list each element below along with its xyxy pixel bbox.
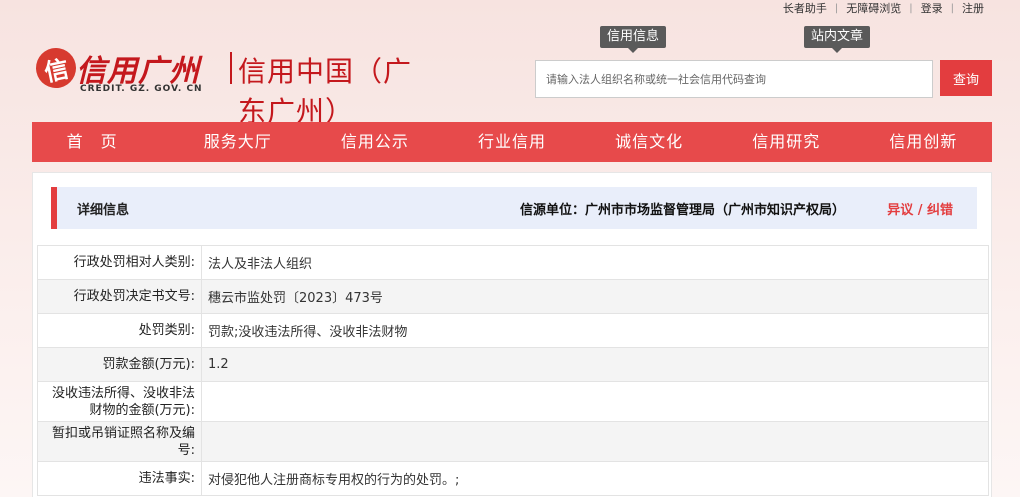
main-nav: 首页 服务大厅 信用公示 行业信用 诚信文化 信用研究 信用创新 [32, 122, 992, 162]
row-label: 暂扣或吊销证照名称及编号: [37, 421, 202, 462]
row-value: 法人及非法人组织 [201, 245, 989, 280]
table-row: 行政处罚相对人类别: 法人及非法人组织 [37, 245, 989, 280]
table-row: 行政处罚决定书文号: 穗云市监处罚〔2023〕473号 [37, 279, 989, 314]
nav-home[interactable]: 首页 [32, 122, 169, 162]
detail-panel: 详细信息 信源单位：广州市市场监督管理局（广州市知识产权局） 异议 / 纠错 行… [32, 172, 992, 497]
row-label: 违法事实: [37, 461, 202, 496]
accessibility-link[interactable]: 无障碍浏览 [838, 0, 909, 16]
register-link[interactable]: 注册 [954, 0, 992, 16]
row-value [201, 421, 989, 462]
logo-subtitle: 信用中国（广东广州） [238, 55, 413, 128]
nav-credit-publicity[interactable]: 信用公示 [306, 122, 443, 162]
row-label: 没收违法所得、没收非法财物的金额(万元): [37, 381, 202, 422]
row-value [201, 381, 989, 422]
detail-title: 详细信息 [77, 202, 130, 218]
nav-integrity-culture[interactable]: 诚信文化 [581, 122, 718, 162]
table-row: 暂扣或吊销证照名称及编号: [37, 421, 989, 462]
row-value: 罚款;没收违法所得、没收非法财物 [201, 313, 989, 348]
search-input[interactable] [535, 60, 933, 98]
search-button[interactable]: 查询 [940, 60, 992, 96]
row-label: 行政处罚决定书文号: [37, 279, 202, 314]
nav-service-hall[interactable]: 服务大厅 [169, 122, 306, 162]
logo-mark-icon: 信 [32, 44, 80, 92]
nav-industry-credit[interactable]: 行业信用 [443, 122, 580, 162]
table-row: 处罚类别: 罚款;没收违法所得、没收非法财物 [37, 313, 989, 348]
nav-credit-research[interactable]: 信用研究 [718, 122, 855, 162]
row-value: 对侵犯他人注册商标专用权的行为的处罚。; [201, 461, 989, 496]
detail-table: 行政处罚相对人类别: 法人及非法人组织 行政处罚决定书文号: 穗云市监处罚〔20… [37, 245, 989, 496]
top-utility-links: 长者助手 | 无障碍浏览 | 登录 | 注册 [775, 0, 992, 16]
row-label: 行政处罚相对人类别: [37, 245, 202, 280]
table-row: 违法事实: 对侵犯他人注册商标专用权的行为的处罚。; [37, 461, 989, 496]
table-row: 没收违法所得、没收非法财物的金额(万元): [37, 381, 989, 422]
logo-divider [230, 52, 232, 84]
login-link[interactable]: 登录 [913, 0, 951, 16]
site-logo[interactable]: 信 信用广州 CREDIT. GZ. GOV. CN 信用中国（广东广州） [32, 44, 436, 128]
search-tab-site-articles[interactable]: 站内文章 [804, 26, 871, 53]
row-value: 穗云市监处罚〔2023〕473号 [201, 279, 989, 314]
row-label: 处罚类别: [37, 313, 202, 348]
search-tab-credit-info[interactable]: 信用信息 [600, 26, 667, 53]
logo-domain: CREDIT. GZ. GOV. CN [80, 84, 203, 94]
nav-credit-innovation[interactable]: 信用创新 [855, 122, 992, 162]
detail-header: 详细信息 信源单位：广州市市场监督管理局（广州市知识产权局） 异议 / 纠错 [51, 187, 977, 229]
row-label: 罚款金额(万元): [37, 347, 202, 382]
table-row: 罚款金额(万元): 1.2 [37, 347, 989, 382]
data-source: 信源单位：广州市市场监督管理局（广州市知识产权局） [519, 202, 845, 218]
elder-assistant-link[interactable]: 长者助手 [775, 0, 835, 16]
row-value: 1.2 [201, 347, 989, 382]
objection-link[interactable]: 异议 / 纠错 [887, 199, 953, 218]
